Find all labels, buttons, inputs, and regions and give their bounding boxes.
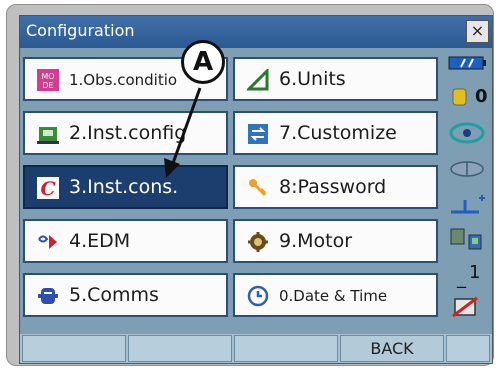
annotation-arrow xyxy=(164,87,202,178)
annotation-callout: A xyxy=(181,40,225,84)
